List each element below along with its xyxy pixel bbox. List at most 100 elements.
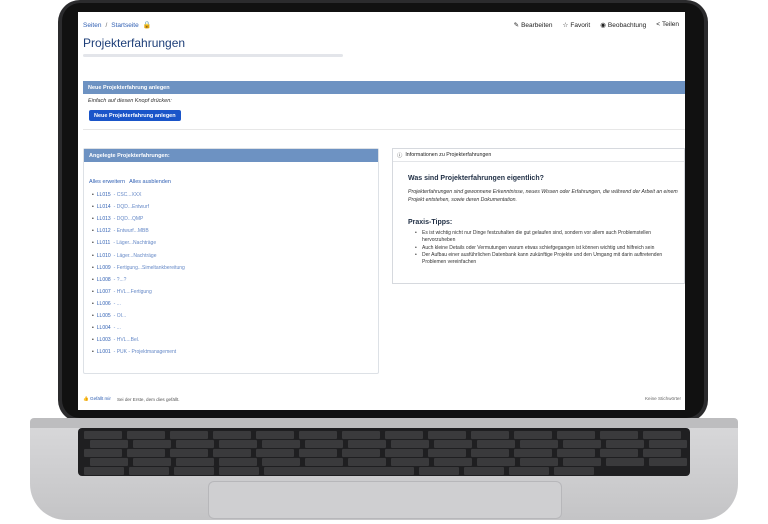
page-title: Projekterfahrungen <box>83 36 186 50</box>
keyboard-key <box>264 467 414 475</box>
experience-list-panel: Angelegte Projekterfahrungen: Alles erwe… <box>83 148 379 374</box>
bullet-icon: • <box>92 228 94 235</box>
keyboard-key <box>428 449 466 457</box>
keyboard-key <box>342 431 380 439</box>
keyboard-key <box>348 440 386 448</box>
keyboard-key <box>133 440 171 448</box>
share-button[interactable]: < Teilen <box>656 21 679 29</box>
keyboard-key <box>256 449 294 457</box>
experience-id: LL009 <box>96 264 111 271</box>
info-answer: Projekterfahrungen sind gewonnene Erkenn… <box>408 189 678 203</box>
labels-info: Keine Stichwörter <box>644 396 681 401</box>
keyboard-key <box>391 458 429 466</box>
bullet-icon: • <box>92 240 94 247</box>
keyboard-key <box>176 458 214 466</box>
keyboard-key <box>90 440 128 448</box>
keyboard-key <box>477 458 515 466</box>
experience-id: LL014 <box>96 204 111 211</box>
keyboard-key <box>219 467 259 475</box>
keyboard-key <box>434 440 472 448</box>
breadcrumb-startseite[interactable]: Startseite <box>111 22 138 29</box>
collapse-all-link[interactable]: Alles ausblenden <box>129 179 171 185</box>
experience-item[interactable]: • LL013 - DQD...QMP <box>92 213 185 225</box>
expand-all-link[interactable]: Alles erweitern <box>89 179 125 185</box>
experience-item[interactable]: • LL011 - Läger...Nachträge <box>92 237 185 249</box>
keyboard-key <box>643 431 681 439</box>
experience-title: - Fertigung...Simeltankbereitung <box>113 264 185 271</box>
screen: Seiten / Startseite 🔒 ✎ Bearbeiten ☆ Favor… <box>78 12 685 410</box>
like-label: Gefällt mir <box>90 396 111 401</box>
experience-list: • LL015 - CSC...XXX • LL014 - DQD...Entwurf… <box>92 189 185 358</box>
keyboard-key <box>509 467 549 475</box>
keyboard-key <box>84 431 122 439</box>
favorite-button[interactable]: ☆ Favorit <box>563 21 591 29</box>
keyboard-key <box>219 440 257 448</box>
keyboard-key <box>600 449 638 457</box>
restrictions-icon[interactable]: 🔒 <box>143 21 152 29</box>
keyboard-key <box>213 431 251 439</box>
keyboard-key <box>213 449 251 457</box>
experience-item[interactable]: • LL015 - CSC...XXX <box>92 189 185 201</box>
bullet-icon: • <box>92 204 94 211</box>
experience-item[interactable]: • LL003 - HVL...Bel. <box>92 334 185 346</box>
keyboard-key <box>520 440 558 448</box>
star-icon: ☆ <box>562 22 569 29</box>
keyboard-key <box>176 440 214 448</box>
keyboard-key <box>127 431 165 439</box>
keyboard-key <box>557 449 595 457</box>
create-hint: Einfach auf diesen Knopf drücken: <box>88 98 172 104</box>
keyboard-key <box>170 431 208 439</box>
tip-item: Auch kleine Details oder Vermutungen war… <box>415 245 681 253</box>
breadcrumb-seiten[interactable]: Seiten <box>83 22 101 29</box>
info-question: Was sind Projekterfahrungen eigentlich? <box>408 175 544 182</box>
experience-title: - ?...? <box>113 276 127 283</box>
breadcrumb-separator: / <box>105 21 108 29</box>
watch-button[interactable]: ◉ Beobachtung <box>600 21 646 29</box>
info-panel-title: Informationen zu Projekterfahrungen <box>405 152 492 158</box>
bullet-icon: • <box>92 216 94 223</box>
keyboard-row <box>78 440 690 448</box>
info-icon: ⓘ <box>397 153 403 159</box>
experience-id: LL011 <box>96 240 111 247</box>
pencil-icon: ✎ <box>513 22 520 29</box>
experience-id: LL010 <box>96 252 111 259</box>
keyboard-key <box>262 440 300 448</box>
keyboard-key <box>391 440 429 448</box>
keyboard-key <box>563 458 601 466</box>
experience-title: - DQD...Entwurf <box>113 204 149 211</box>
tips-heading: Praxis-Tipps: <box>408 219 453 226</box>
keyboard-key <box>606 458 644 466</box>
experience-title: - HVL...Bel. <box>113 337 140 344</box>
experience-item[interactable]: • LL009 - Fertigung...Simeltankbereitung <box>92 262 185 274</box>
eye-icon: ◉ <box>600 22 606 29</box>
tip-item: Der Aufbau einer ausführlichen Datenbank… <box>415 252 681 267</box>
keyboard-key <box>174 467 214 475</box>
edit-button[interactable]: ✎ Bearbeiten <box>514 21 553 29</box>
info-panel-header: ⓘ Informationen zu Projekterfahrungen <box>393 149 684 162</box>
experience-item[interactable]: • LL014 - DQD...Entwurf <box>92 201 185 213</box>
experience-item[interactable]: • LL008 - ?...? <box>92 274 185 286</box>
experience-item[interactable]: • LL012 - Entwurf...MBB <box>92 225 185 237</box>
laptop-hinge <box>30 418 738 428</box>
keyboard-key <box>385 431 423 439</box>
experience-item[interactable]: • LL004 - ... <box>92 322 185 334</box>
keyboard-row <box>78 449 690 457</box>
keyboard-key <box>170 449 208 457</box>
expand-controls: Alles erweitern Alles ausblenden <box>89 179 171 185</box>
keyboard-key <box>464 467 504 475</box>
experience-id: LL003 <box>96 337 111 344</box>
experience-item[interactable]: • LL001 - PUK - Projektmanagement <box>92 346 185 358</box>
keyboard-key <box>348 458 386 466</box>
create-experience-button[interactable]: Neue Projekterfahrung anlegen <box>89 110 181 121</box>
like-button[interactable]: 👍 Gefällt mir <box>83 396 111 402</box>
experience-item[interactable]: • LL005 - OI... <box>92 310 185 322</box>
bullet-icon: • <box>92 276 94 283</box>
keyboard-key <box>129 467 169 475</box>
keyboard-key <box>643 449 681 457</box>
experience-item[interactable]: • LL007 - HVL...Fertigung <box>92 286 185 298</box>
page-byline-blurred <box>83 54 343 57</box>
experience-list-header: Angelegte Projekterfahrungen: <box>84 149 378 162</box>
experience-item[interactable]: • LL006 - ... <box>92 298 185 310</box>
experience-item[interactable]: • LL010 - Läger...Nachträge <box>92 249 185 261</box>
bullet-icon: • <box>92 252 94 259</box>
